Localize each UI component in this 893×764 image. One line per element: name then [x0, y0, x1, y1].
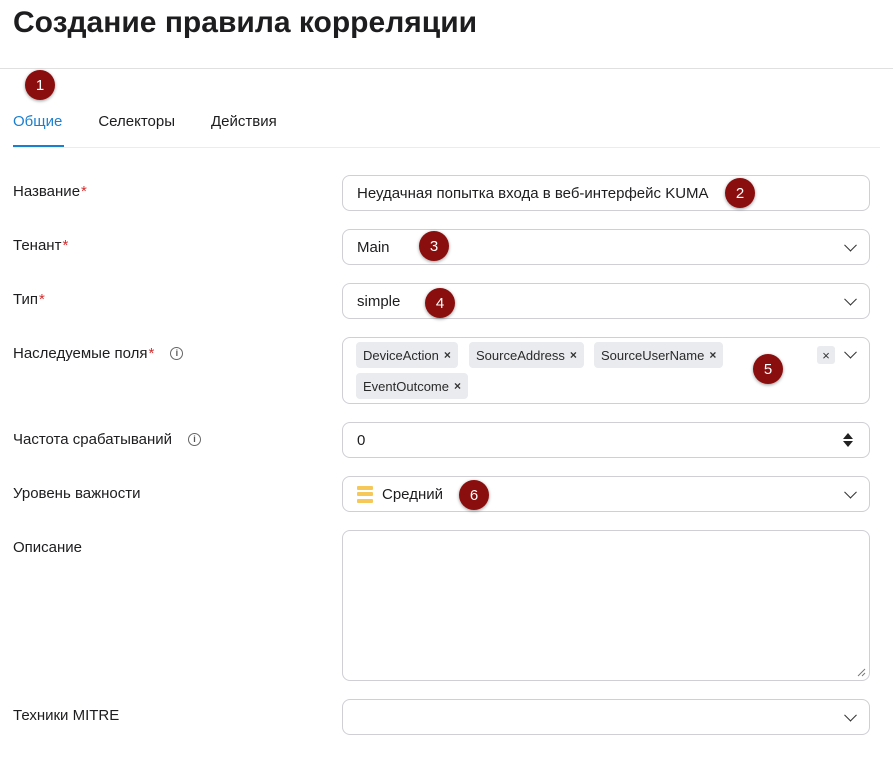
severity-label-text: Уровень важности — [13, 485, 141, 502]
tab-bar: Общие Селекторы Действия — [13, 113, 313, 130]
mitre-label-text: Техники MITRE — [13, 707, 120, 724]
severity-select-value: Средний — [382, 485, 443, 503]
info-icon[interactable]: i — [188, 433, 202, 446]
chip-label: EventOutcome — [363, 378, 449, 394]
chip-device-action: DeviceAction × — [356, 342, 458, 368]
name-label-text: Название — [13, 183, 81, 200]
page-title: Создание правила корреляции — [13, 6, 478, 39]
frequency-number-input[interactable]: 0 — [342, 422, 870, 458]
mitre-label: Техники MITRE — [13, 707, 119, 724]
tabs-divider — [13, 147, 880, 148]
required-mark: * — [81, 183, 87, 200]
annotation-badge-6: 6 — [459, 480, 489, 510]
type-label-text: Тип — [13, 291, 39, 308]
type-select[interactable]: simple — [342, 283, 870, 319]
stepper-up-icon[interactable] — [843, 433, 853, 439]
chevron-down-icon — [844, 238, 857, 252]
annotation-badge-1: 1 — [25, 70, 55, 100]
annotation-badge-4: 4 — [425, 288, 455, 318]
header-divider — [0, 68, 893, 69]
severity-label: Уровень важности — [13, 485, 141, 502]
info-icon[interactable]: i — [170, 347, 184, 360]
severity-bar — [357, 498, 373, 503]
tenant-label-text: Тенант — [13, 237, 62, 254]
tab-general[interactable]: Общие — [13, 113, 62, 130]
annotation-badge-5: 5 — [753, 354, 783, 384]
severity-bar — [357, 492, 373, 496]
type-select-value: simple — [357, 292, 401, 310]
tab-selectors[interactable]: Селекторы — [98, 113, 175, 130]
close-icon[interactable]: × — [454, 379, 461, 393]
stepper-icon[interactable] — [843, 432, 853, 448]
resize-handle-icon[interactable] — [857, 668, 866, 677]
tenant-label: Тенант * — [13, 237, 68, 254]
frequency-label-text: Частота срабатываний — [13, 431, 173, 448]
tab-actions[interactable]: Действия — [211, 113, 277, 130]
severity-bar — [357, 485, 373, 490]
chip-source-address: SourceAddress × — [469, 342, 584, 368]
name-input[interactable]: Неудачная попытка входа в веб-интерфейс … — [342, 175, 870, 211]
frequency-value: 0 — [357, 431, 366, 449]
severity-select[interactable]: Средний — [342, 476, 870, 512]
close-icon[interactable]: × — [709, 348, 716, 362]
description-textarea[interactable] — [342, 530, 870, 681]
clear-all-icon[interactable]: × — [817, 346, 835, 364]
inherited-fields-label-text: Наследуемые поля — [13, 345, 148, 362]
chevron-down-icon — [844, 292, 857, 306]
description-label-text: Описание — [13, 539, 83, 556]
stepper-down-icon[interactable] — [843, 441, 853, 447]
frequency-label: Частота срабатываний i — [13, 431, 202, 448]
inherited-fields-multiselect[interactable]: DeviceAction × SourceAddress × SourceUse… — [342, 337, 870, 404]
description-label: Описание — [13, 539, 82, 556]
chip-label: DeviceAction — [363, 347, 439, 363]
chevron-down-icon[interactable] — [844, 345, 857, 359]
name-label: Название * — [13, 183, 87, 200]
inherited-fields-label: Наследуемые поля * i — [13, 345, 184, 362]
annotation-badge-3: 3 — [419, 231, 449, 261]
chip-source-user-name: SourceUserName × — [594, 342, 724, 368]
severity-level-icon — [357, 485, 373, 503]
required-mark: * — [148, 345, 155, 362]
annotation-badge-2: 2 — [725, 178, 755, 208]
mitre-select[interactable] — [342, 699, 870, 735]
chip-label: SourceAddress — [476, 347, 565, 363]
close-icon[interactable]: × — [570, 348, 577, 362]
required-mark: * — [62, 237, 69, 254]
required-mark: * — [39, 291, 45, 308]
chevron-down-icon — [844, 485, 857, 499]
chip-event-outcome: EventOutcome × — [356, 373, 469, 399]
close-icon[interactable]: × — [444, 348, 451, 362]
type-label: Тип * — [13, 291, 45, 308]
tenant-select-value: Main — [357, 238, 390, 256]
chip-label: SourceUserName — [601, 347, 705, 363]
chevron-down-icon — [844, 708, 857, 722]
name-input-value: Неудачная попытка входа в веб-интерфейс … — [357, 184, 709, 202]
